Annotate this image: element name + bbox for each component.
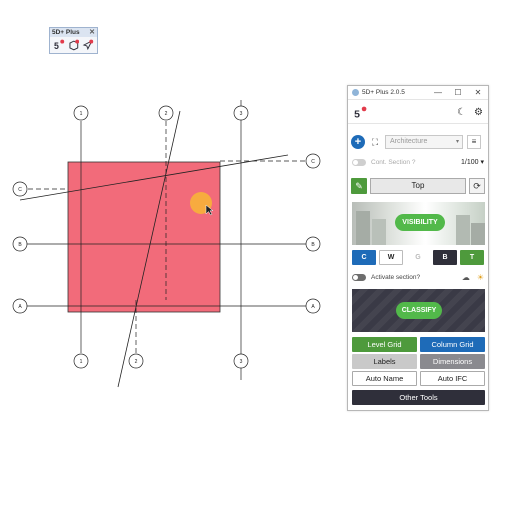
color-mode-row: C W G B T xyxy=(348,250,488,265)
column-grid-button[interactable]: Column Grid xyxy=(420,337,485,352)
5d-plus-panel: 5D+ Plus 2.0.5 — ☐ ✕ 5 ☾ ⚙ + ⛶ Architect… xyxy=(347,85,489,411)
dimensions-button[interactable]: Dimensions xyxy=(420,354,485,369)
classify-banner: CLASSIFY xyxy=(352,289,485,332)
mode-c-button[interactable]: C xyxy=(352,250,376,265)
grid-label-1-bottom: 1 xyxy=(80,359,83,365)
svg-text:5: 5 xyxy=(354,108,360,119)
mode-w-button[interactable]: W xyxy=(379,250,403,265)
auto-buttons-row: Auto Name Auto IFC xyxy=(352,371,485,386)
gear-icon[interactable]: ⚙ xyxy=(474,107,483,118)
level-grid-button[interactable]: Level Grid xyxy=(352,337,417,352)
panel-header: 5 ☾ ⚙ xyxy=(348,102,488,124)
activate-section-toggle[interactable] xyxy=(352,273,366,281)
panel-title: 5D+ Plus 2.0.5 xyxy=(362,89,405,96)
5d-logo-icon: 5 xyxy=(354,106,367,120)
grid-label-c-left: C xyxy=(18,187,22,193)
cloud-icon[interactable]: ☁ xyxy=(462,273,470,282)
auto-name-button[interactable]: Auto Name xyxy=(352,371,417,386)
cont-section-row: Cont. Section ? 1/100 ▾ xyxy=(348,156,488,168)
cont-section-label: Cont. Section ? xyxy=(371,158,416,166)
minimize-button[interactable]: — xyxy=(428,88,448,97)
app-icon xyxy=(352,89,359,96)
grid-label-3-top: 3 xyxy=(240,111,243,117)
visibility-button[interactable]: VISIBILITY xyxy=(395,214,445,231)
expand-icon[interactable]: ⛶ xyxy=(369,137,381,148)
activate-section-row: Activate section? ☁ ☀ xyxy=(348,272,488,282)
maximize-button[interactable]: ☐ xyxy=(448,88,468,97)
other-tools-button[interactable]: Other Tools xyxy=(352,390,485,405)
discipline-select[interactable]: Architecture ▾ xyxy=(385,135,463,149)
activate-section-label: Activate section? xyxy=(371,273,421,281)
labels-button[interactable]: Labels xyxy=(352,354,417,369)
mode-t-button[interactable]: T xyxy=(460,250,484,265)
sun-icon[interactable]: ☀ xyxy=(477,273,484,282)
grid-buttons-row: Level Grid Column Grid xyxy=(352,337,485,352)
view-top-button[interactable]: Top xyxy=(370,178,466,194)
mode-g-button[interactable]: G xyxy=(406,250,430,265)
classify-button[interactable]: CLASSIFY xyxy=(396,302,442,319)
add-button[interactable]: + xyxy=(351,135,365,149)
visibility-banner: VISIBILITY xyxy=(352,202,485,245)
list-add-button[interactable]: ≡ xyxy=(467,135,481,149)
cont-section-toggle[interactable] xyxy=(352,158,366,166)
discipline-value: Architecture xyxy=(390,138,428,145)
mode-b-button[interactable]: B xyxy=(433,250,457,265)
pen-button[interactable]: ✎ xyxy=(351,178,367,194)
moon-icon[interactable]: ☾ xyxy=(457,107,466,118)
grid-label-1-top: 1 xyxy=(80,111,83,117)
refresh-button[interactable]: ⟳ xyxy=(469,178,485,194)
auto-ifc-button[interactable]: Auto IFC xyxy=(420,371,485,386)
grid-label-c-right: C xyxy=(311,159,315,165)
drawing-canvas[interactable]: 1 2 3 1 2 3 C C B B A A xyxy=(0,0,345,520)
grid-label-3-bottom: 3 xyxy=(240,359,243,365)
other-tools-row: Other Tools xyxy=(352,390,485,405)
close-button[interactable]: ✕ xyxy=(468,88,488,97)
grid-label-2-top: 2 xyxy=(165,111,168,117)
discipline-row: + ⛶ Architecture ▾ ≡ xyxy=(348,133,488,151)
panel-titlebar: 5D+ Plus 2.0.5 — ☐ ✕ xyxy=(348,86,488,100)
chevron-down-icon: ▾ xyxy=(455,139,459,145)
slab-rectangle[interactable] xyxy=(67,161,221,313)
view-row: ✎ Top ⟳ xyxy=(348,178,488,194)
grid-label-2-bottom: 2 xyxy=(135,359,138,365)
scale-select[interactable]: 1/100 ▾ xyxy=(461,158,484,166)
annotation-buttons-row: Labels Dimensions xyxy=(352,354,485,369)
